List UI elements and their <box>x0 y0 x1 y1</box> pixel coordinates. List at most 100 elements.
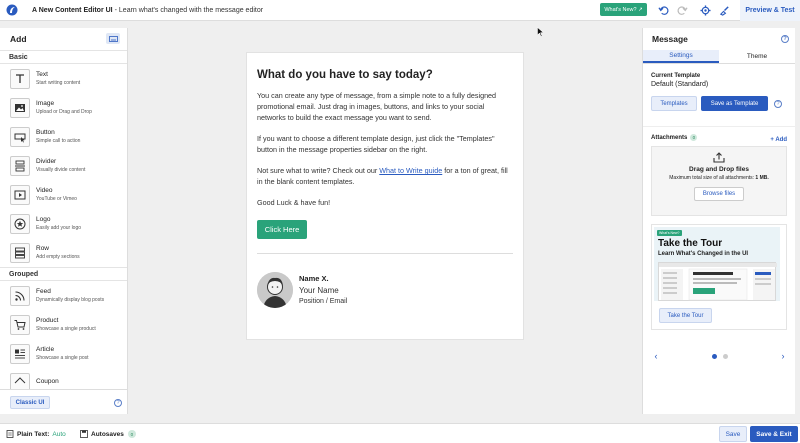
email-heading[interactable]: What do you have to say today? <box>257 69 513 81</box>
attachments-dropzone[interactable]: Drag and Drop files Maximum total size o… <box>651 146 787 216</box>
plain-text-label: Plain Text: <box>17 430 50 438</box>
left-footer: Classic UI ? <box>0 389 128 414</box>
row-icon <box>10 242 30 263</box>
help-icon[interactable]: ? <box>781 35 789 43</box>
block-article[interactable]: Article Showcase a single post <box>0 339 127 368</box>
take-the-tour-button[interactable]: Take the Tour <box>659 308 712 323</box>
block-desc: Showcase a single product <box>36 326 96 332</box>
dropzone-title: Drag and Drop files <box>689 166 749 173</box>
email-paragraph-3[interactable]: Not sure what to write? Check out our Wh… <box>257 165 513 187</box>
email-click-here-button[interactable]: Click Here <box>257 220 307 239</box>
autosaves-count-badge: 0 <box>127 430 136 438</box>
message-tabs: Settings Theme <box>643 50 795 64</box>
block-product[interactable]: Product Showcase a single product <box>0 310 127 339</box>
help-icon[interactable]: ? <box>774 99 782 108</box>
keyboard-icon[interactable] <box>106 33 120 44</box>
block-image[interactable]: Image Upload or Drag and Drop <box>0 93 127 122</box>
block-divider[interactable]: Divider Visually divide content <box>0 151 127 180</box>
dropzone-size: 1 MB. <box>755 175 769 181</box>
email-canvas[interactable]: What do you have to say today? You can c… <box>246 52 524 340</box>
blocks-list[interactable]: Basic Text Start writing content Image Uplo… <box>0 50 127 414</box>
browse-files-button[interactable]: Browse files <box>694 187 744 201</box>
button-icon <box>10 126 30 147</box>
block-row[interactable]: Row Add empty sections <box>0 238 127 267</box>
block-video[interactable]: Video YouTube or Vimeo <box>0 180 127 209</box>
gear-icon[interactable] <box>698 3 712 17</box>
tab-theme[interactable]: Theme <box>719 50 795 63</box>
tab-settings[interactable]: Settings <box>643 50 719 63</box>
whats-new-button[interactable]: What's New? ↗ <box>600 3 647 16</box>
p3-text-before: Not sure what to write? Check out our <box>257 166 380 175</box>
save-as-template-button[interactable]: Save as Template <box>701 96 768 111</box>
block-title: Divider <box>36 158 57 165</box>
add-attachment-button[interactable]: + Add <box>770 137 787 143</box>
image-icon <box>10 97 30 118</box>
block-title: Row <box>36 245 50 252</box>
attachments-header: Attachments 0 + Add <box>643 126 795 143</box>
article-icon <box>10 343 30 364</box>
tour-card: What's New? Take the Tour Learn What's C… <box>651 224 787 330</box>
save-and-exit-button[interactable]: Save & Exit <box>750 426 798 442</box>
block-title: Article <box>36 346 55 353</box>
current-template-value: Default (Standard) <box>651 81 709 88</box>
undo-icon[interactable] <box>656 3 670 17</box>
cart-icon <box>10 314 30 335</box>
block-logo[interactable]: Logo Easily add your logo <box>0 209 127 238</box>
attachments-count-badge: 0 <box>690 134 698 141</box>
grouped-section-label: Grouped <box>0 267 127 281</box>
carousel-dot[interactable] <box>723 354 728 359</box>
signature-position: Position / Email <box>299 298 348 305</box>
plain-text-setting[interactable]: Plain Text: Auto <box>6 424 66 443</box>
block-desc: Start writing content <box>36 80 81 86</box>
save-disk-icon <box>80 430 88 438</box>
carousel-dot-active[interactable] <box>712 354 717 359</box>
email-paragraph-1[interactable]: You can create any type of message, from… <box>257 90 513 123</box>
add-panel: Add Basic Text Start writing content Image… <box>0 28 128 414</box>
block-desc: Showcase a single post <box>36 355 89 361</box>
autosaves-label: Autosaves <box>91 430 124 438</box>
message-panel: Message ? Settings Theme Current Templat… <box>642 28 795 414</box>
block-text[interactable]: Text Start writing content <box>0 64 127 93</box>
block-title: Coupon <box>36 378 59 385</box>
block-title: Button <box>36 129 55 136</box>
attachments-label: Attachments <box>651 134 688 141</box>
signature-name: Name X. <box>299 274 329 283</box>
block-button[interactable]: Button Simple call to action <box>0 122 127 151</box>
help-icon[interactable]: ? <box>114 399 122 407</box>
block-title: Logo <box>36 216 51 223</box>
chevron-right-icon[interactable]: › <box>778 349 788 363</box>
brush-icon[interactable] <box>717 3 731 17</box>
classic-ui-button[interactable]: Classic UI <box>10 396 50 409</box>
video-icon <box>10 184 30 205</box>
block-title: Text <box>36 71 48 78</box>
autosaves-control[interactable]: Autosaves 0 <box>80 424 136 443</box>
save-button[interactable]: Save <box>719 426 747 442</box>
upload-icon <box>713 152 725 163</box>
email-paragraph-2[interactable]: If you want to choose a different templa… <box>257 133 513 155</box>
templates-button[interactable]: Templates <box>651 96 697 111</box>
block-feed[interactable]: Feed Dynamically display blog posts <box>0 281 127 310</box>
app-logo-icon[interactable] <box>2 0 22 20</box>
document-icon <box>6 430 14 438</box>
what-to-write-link[interactable]: What to Write guide <box>379 166 442 175</box>
basic-section-label: Basic <box>0 50 127 64</box>
block-title: Product <box>36 317 59 324</box>
app-title: A New Content Editor UI <box>32 6 113 14</box>
top-bar: A New Content Editor UI - Learn what's c… <box>0 0 800 21</box>
block-desc: Visually divide content <box>36 167 86 173</box>
chevron-left-icon[interactable]: ‹ <box>651 349 661 363</box>
tour-tag: What's New? <box>657 230 682 236</box>
block-title: Video <box>36 187 53 194</box>
plain-text-value: Auto <box>52 430 66 438</box>
block-desc: Easily add your logo <box>36 225 82 231</box>
block-desc: Simple call to action <box>36 138 81 144</box>
tour-carousel-controls: ‹ › <box>651 349 788 363</box>
block-title: Image <box>36 100 55 107</box>
mouse-cursor-icon <box>537 27 544 37</box>
tour-image-title: Take the Tour <box>658 238 723 249</box>
preview-test-button[interactable]: Preview & Test <box>740 0 800 21</box>
email-signature[interactable]: Name X. Your Name Position / Email <box>257 272 513 308</box>
email-divider[interactable] <box>257 253 513 254</box>
email-paragraph-4[interactable]: Good Luck & have fun! <box>257 197 513 208</box>
redo-icon[interactable] <box>675 3 689 17</box>
